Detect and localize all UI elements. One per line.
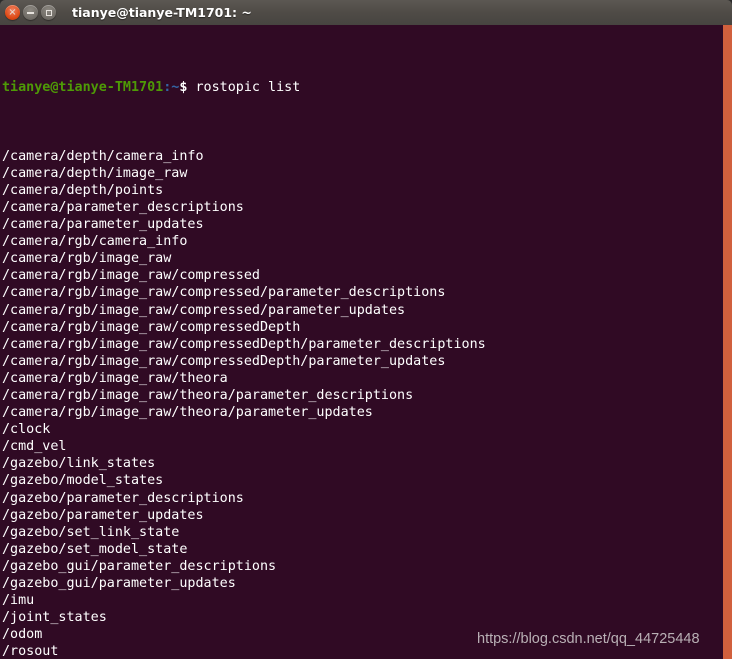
output-line: /camera/rgb/image_raw/theora/parameter_d… (2, 387, 414, 403)
output-line: /camera/depth/camera_info (2, 148, 204, 164)
output-line: /rosout (2, 644, 59, 659)
output-line: /gazebo/link_states (2, 456, 156, 472)
output-line: /camera/rgb/image_raw/compressed/paramet… (2, 285, 446, 301)
output-line: /camera/rgb/image_raw/compressedDepth/pa… (2, 353, 446, 369)
output-line: /camera/rgb/image_raw/compressedDepth/pa… (2, 336, 486, 352)
output-line: /camera/parameter_updates (2, 217, 204, 233)
minimize-button[interactable] (23, 5, 38, 20)
prompt-user-host: tianye@tianye-TM1701 (2, 80, 164, 96)
output-line: /camera/rgb/image_raw/compressed/paramet… (2, 302, 406, 318)
output-line: /cmd_vel (2, 439, 67, 455)
output-line: /gazebo_gui/parameter_updates (2, 576, 236, 591)
output-line: /gazebo_gui/parameter_descriptions (2, 558, 277, 574)
output-line: /gazebo/parameter_descriptions (2, 490, 244, 506)
output-line: /gazebo/set_model_state (2, 541, 188, 557)
window-title: tianye@tianye-TM1701: ~ (72, 5, 252, 20)
output-line: /camera/rgb/image_raw/compressedDepth (2, 319, 301, 335)
output-line: /gazebo/parameter_updates (2, 507, 204, 523)
output-line: /camera/rgb/image_raw/theora (2, 370, 228, 386)
close-button[interactable]: × (5, 5, 20, 20)
output-line: /camera/rgb/image_raw/theora/parameter_u… (2, 405, 373, 421)
output-line: /camera/rgb/camera_info (2, 234, 188, 250)
typed-command: rostopic list (187, 80, 301, 96)
output-line: /clock (2, 422, 51, 438)
output-line: /camera/depth/points (2, 182, 164, 198)
output-line: /odom (2, 627, 43, 643)
scrollbar-thumb[interactable] (723, 25, 732, 659)
terminal-screen: tianye@tianye-TM1701:~$ rostopic list /c… (2, 25, 486, 659)
output-line: /gazebo/model_states (2, 473, 164, 489)
close-icon: × (8, 6, 17, 18)
output-line: /camera/rgb/image_raw (2, 251, 172, 267)
maximize-icon (45, 9, 52, 16)
maximize-button[interactable] (41, 5, 56, 20)
output-line: /imu (2, 593, 35, 609)
command-output: /camera/depth/camera_info/camera/depth/i… (2, 148, 486, 659)
terminal-window: × tianye@tianye-TM1701: ~ tianye@tianye-… (0, 0, 732, 659)
title-bar[interactable]: × tianye@tianye-TM1701: ~ (0, 0, 732, 25)
terminal-body[interactable]: tianye@tianye-TM1701:~$ rostopic list /c… (0, 25, 732, 659)
output-line: /gazebo/set_link_state (2, 524, 180, 540)
output-line: /camera/depth/image_raw (2, 165, 188, 181)
output-line: /camera/rgb/image_raw/compressed (2, 268, 260, 284)
command-text: rostopic list (195, 80, 301, 96)
prompt-path: :~ (163, 80, 180, 96)
scrollbar[interactable] (723, 25, 732, 659)
minimize-icon (27, 11, 34, 14)
watermark: https://blog.csdn.net/qq_44725448 (477, 631, 700, 647)
output-line: /camera/parameter_descriptions (2, 199, 244, 215)
command-line: tianye@tianye-TM1701:~$ rostopic list (2, 79, 486, 96)
output-line: /joint_states (2, 610, 107, 626)
